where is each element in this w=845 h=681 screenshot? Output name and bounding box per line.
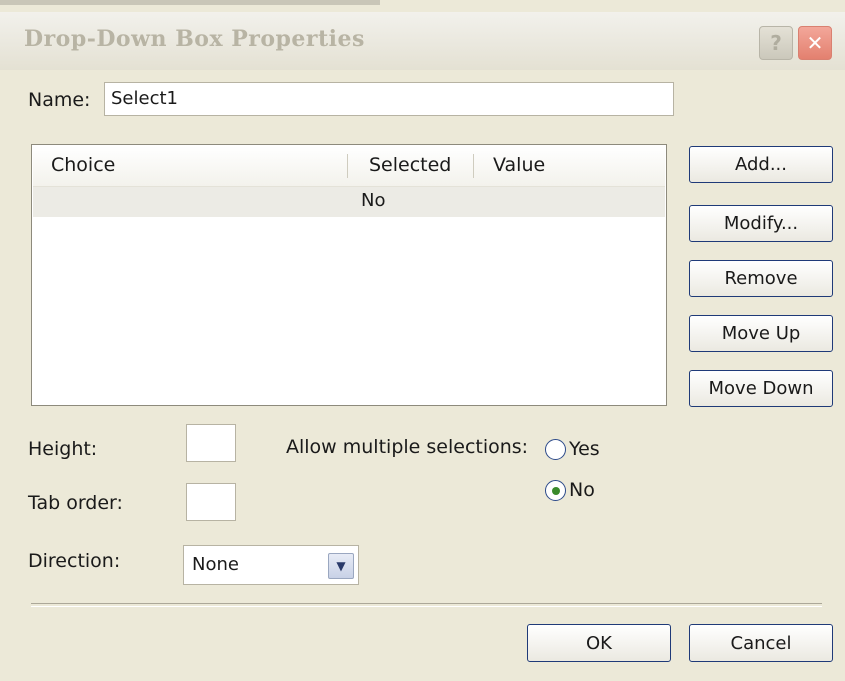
- help-button[interactable]: ?: [759, 26, 793, 60]
- close-button[interactable]: ✕: [798, 26, 832, 60]
- radio-yes[interactable]: [545, 439, 566, 460]
- dialog: Drop-Down Box Properties ? ✕ Name: Selec…: [0, 0, 845, 681]
- move-down-button[interactable]: Move Down: [689, 370, 833, 407]
- column-choice[interactable]: Choice: [51, 154, 115, 176]
- direction-label: Direction:: [28, 550, 121, 572]
- window-title: Drop-Down Box Properties: [24, 26, 365, 52]
- radio-no[interactable]: [545, 480, 566, 501]
- tab-order-input[interactable]: [186, 483, 236, 521]
- name-label: Name:: [28, 89, 91, 111]
- ok-button[interactable]: OK: [527, 624, 671, 662]
- direction-select[interactable]: None ▼: [183, 545, 359, 585]
- divider: [31, 603, 822, 607]
- radio-yes-label[interactable]: Yes: [569, 438, 600, 460]
- radio-selected-dot: [552, 487, 560, 495]
- title-bar: Drop-Down Box Properties ? ✕: [0, 12, 845, 70]
- top-edge: [0, 0, 380, 5]
- column-value[interactable]: Value: [493, 154, 545, 176]
- column-divider[interactable]: [473, 154, 474, 178]
- tab-order-label: Tab order:: [28, 492, 123, 514]
- column-divider[interactable]: [347, 154, 348, 178]
- list-header: Choice Selected Value: [33, 146, 665, 187]
- height-label: Height:: [28, 438, 98, 460]
- choices-list[interactable]: Choice Selected Value No: [31, 144, 667, 406]
- remove-button[interactable]: Remove: [689, 260, 833, 297]
- height-input[interactable]: [186, 424, 236, 462]
- cancel-button[interactable]: Cancel: [689, 624, 833, 662]
- modify-button[interactable]: Modify...: [689, 205, 833, 242]
- move-up-button[interactable]: Move Up: [689, 315, 833, 352]
- close-icon: ✕: [806, 31, 824, 55]
- column-selected[interactable]: Selected: [369, 154, 451, 176]
- multiple-selections-label: Allow multiple selections:: [286, 436, 529, 458]
- list-item[interactable]: No: [33, 187, 665, 217]
- chevron-down-icon[interactable]: ▼: [328, 553, 354, 579]
- list-item-selected: No: [361, 190, 386, 211]
- radio-no-label[interactable]: No: [569, 479, 595, 501]
- add-button[interactable]: Add...: [689, 146, 833, 183]
- name-input[interactable]: Select1: [104, 82, 674, 116]
- help-icon: ?: [770, 31, 782, 55]
- direction-value: None: [192, 554, 239, 575]
